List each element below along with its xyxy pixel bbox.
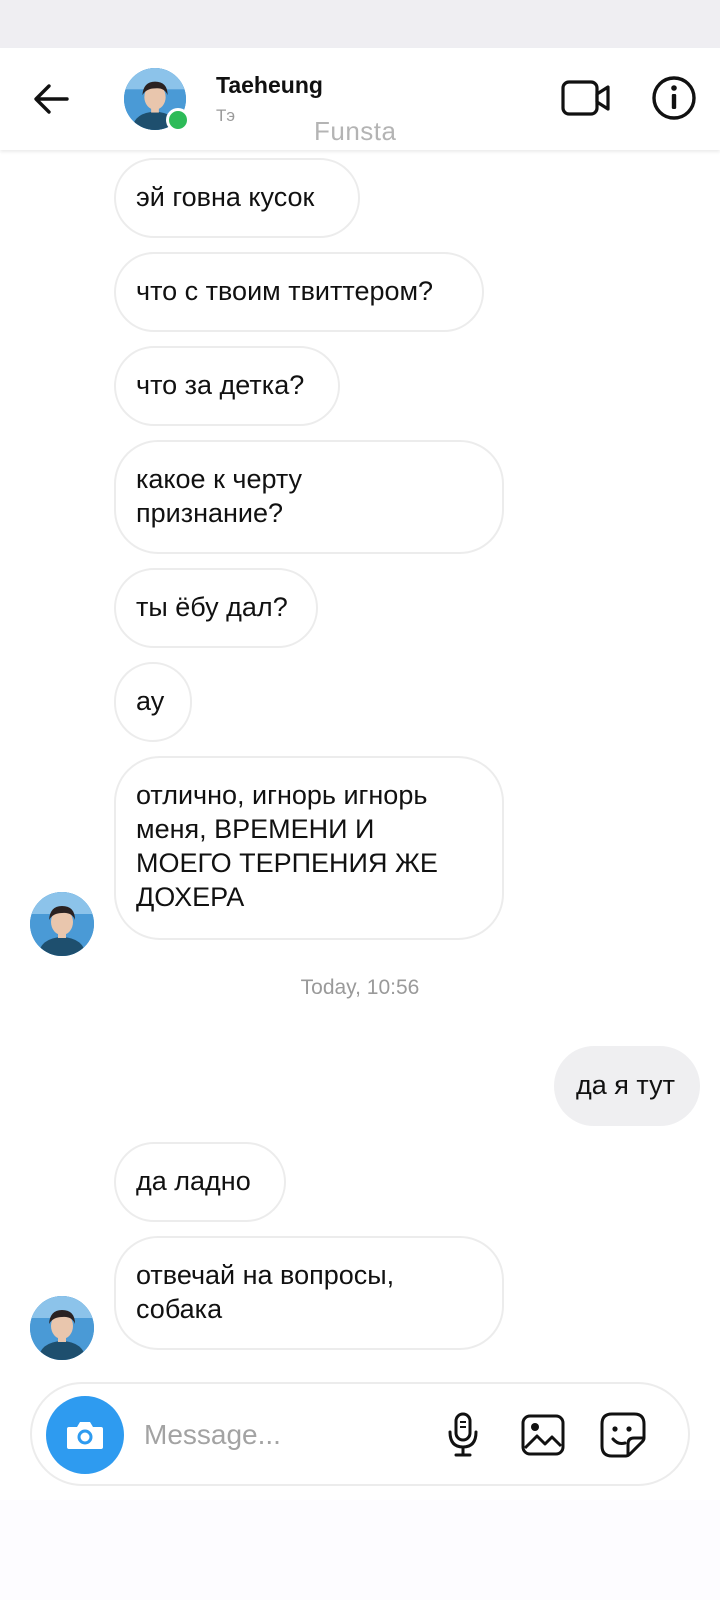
message-bubble-incoming[interactable]: эй говна кусок bbox=[114, 158, 360, 238]
sticker-button[interactable] bbox=[598, 1410, 648, 1460]
message-text-line: отлично, игнорь игнорь bbox=[136, 780, 428, 810]
contact-avatar[interactable] bbox=[124, 68, 190, 132]
back-button[interactable] bbox=[26, 74, 76, 124]
message-text-line: меня, ВРЕМЕНИ И bbox=[136, 814, 375, 844]
avatar-image bbox=[30, 892, 94, 956]
message-text: да я тут bbox=[576, 1070, 675, 1100]
message-text: да ладно bbox=[136, 1166, 251, 1196]
image-icon bbox=[521, 1414, 565, 1456]
message-timestamp: Today, 10:56 bbox=[300, 976, 420, 999]
microphone-icon bbox=[448, 1412, 478, 1457]
message-bubble-incoming[interactable]: какое к черту признание? bbox=[114, 440, 504, 554]
sender-avatar[interactable] bbox=[30, 1296, 94, 1360]
message-text-line: отвечай на вопросы, bbox=[136, 1260, 395, 1290]
message-bubble-incoming[interactable]: что с твоим твиттером? bbox=[114, 252, 484, 332]
message-composer bbox=[30, 1382, 690, 1486]
message-bubble-incoming[interactable]: отлично, игнорь игнорь меня, ВРЕМЕНИ И М… bbox=[114, 756, 504, 940]
online-status-dot bbox=[166, 108, 190, 132]
info-icon bbox=[652, 76, 696, 120]
gallery-button[interactable] bbox=[518, 1410, 568, 1460]
message-bubble-incoming[interactable]: да ладно bbox=[114, 1142, 286, 1222]
message-text-line: какое к черту bbox=[136, 464, 303, 494]
message-text-line: собака bbox=[136, 1294, 223, 1324]
message-text-line: МОЕГО ТЕРПЕНИЯ ЖЕ bbox=[136, 848, 438, 878]
contact-name[interactable]: Taeheung bbox=[216, 72, 323, 99]
message-thread[interactable]: эй говна кусок что с твоим твиттером? чт… bbox=[0, 150, 720, 1368]
chat-header: Taeheung Тэ Funsta bbox=[0, 48, 720, 150]
info-button[interactable] bbox=[648, 72, 700, 124]
message-bubble-incoming[interactable]: ау bbox=[114, 662, 192, 742]
message-text: ау bbox=[136, 686, 165, 716]
navigation-bar-area bbox=[0, 1500, 720, 1600]
message-text: ты ёбу дал? bbox=[136, 592, 288, 622]
sticker-icon bbox=[600, 1412, 646, 1458]
message-bubble-incoming[interactable]: ты ёбу дал? bbox=[114, 568, 318, 648]
message-bubble-outgoing[interactable]: да я тут bbox=[554, 1046, 700, 1126]
message-text: что с твоим твиттером? bbox=[136, 276, 434, 306]
camera-icon bbox=[67, 1422, 103, 1449]
arrow-left-icon bbox=[34, 84, 69, 114]
message-input[interactable] bbox=[144, 1412, 424, 1458]
video-camera-icon bbox=[561, 80, 610, 116]
contact-subtitle: Тэ bbox=[216, 106, 236, 125]
voice-message-button[interactable] bbox=[438, 1410, 488, 1460]
message-text: эй говна кусок bbox=[136, 182, 315, 212]
message-text: что за детка? bbox=[136, 370, 305, 400]
video-call-button[interactable] bbox=[558, 72, 614, 124]
message-bubble-incoming[interactable]: отвечай на вопросы, собака bbox=[114, 1236, 504, 1350]
sender-avatar[interactable] bbox=[30, 892, 94, 956]
message-text-line: ДОХЕРА bbox=[136, 882, 245, 912]
watermark: Funsta bbox=[314, 116, 397, 146]
camera-button[interactable] bbox=[46, 1396, 124, 1474]
status-bar bbox=[0, 0, 720, 48]
message-text-line: признание? bbox=[136, 498, 284, 528]
avatar-image bbox=[30, 1296, 94, 1360]
message-bubble-incoming[interactable]: что за детка? bbox=[114, 346, 340, 426]
